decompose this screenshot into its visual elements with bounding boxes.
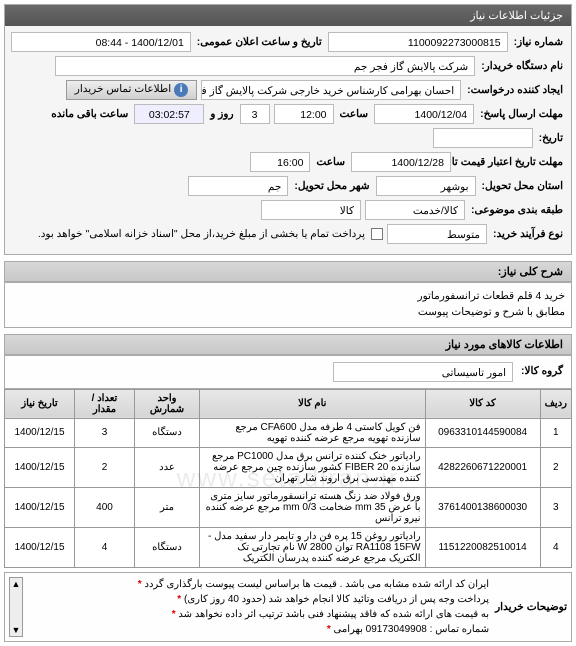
need-desc-line1: خرید 4 قلم قطعات ترانسفورماتور xyxy=(11,289,565,305)
cell-code: 3761400138600030 xyxy=(425,487,540,527)
notes-text: ایران کد ارائه شده مشابه می باشد . قیمت … xyxy=(29,577,489,637)
payment-note: پرداخت تمام یا بخشی از مبلغ خرید،از محل … xyxy=(36,228,367,240)
cell-name: ورق فولاد ضد زنگ هسته ترانسفورماتور سایز… xyxy=(200,487,426,527)
contact-button-label: اطلاعات تماس خریدار xyxy=(75,83,171,95)
need-desc-title: شرح کلی نیاز: xyxy=(4,261,572,282)
days-left-label: روز و xyxy=(208,108,235,120)
province-field: بوشهر xyxy=(376,176,476,196)
cell-qty: 3 xyxy=(75,418,135,447)
cat1-field: کالا/خدمت xyxy=(365,200,465,220)
note-line: شماره تماس : 09173049908 بهرامی * xyxy=(29,622,489,637)
countdown: 03:02:57 xyxy=(134,104,204,124)
items-section-title: اطلاعات کالاهای مورد نیاز xyxy=(4,334,572,355)
note-line: پرداخت وجه پس از دریافت وتائید کالا انجا… xyxy=(29,592,489,607)
scroll-down-icon[interactable]: ▼ xyxy=(10,624,22,636)
scroll-up-icon[interactable]: ▲ xyxy=(10,578,22,590)
panel-body: شماره نیاز: 1100092273000815 تاریخ و ساع… xyxy=(5,26,571,254)
contact-button[interactable]: i اطلاعات تماس خریدار xyxy=(66,80,197,100)
cell-unit: دستگاه xyxy=(135,527,200,567)
th-date: تاریخ نیاز xyxy=(5,389,75,418)
cell-n: 2 xyxy=(540,447,571,487)
time-label-1: ساعت xyxy=(338,108,371,120)
panel-title: جزئیات اطلاعات نیاز xyxy=(5,5,571,26)
table-row: 2 4282260671220001 رادیاتور خنک کننده تر… xyxy=(5,447,572,487)
group-label: گروه کالا: xyxy=(519,364,565,380)
need-desc-box: خرید 4 قلم قطعات ترانسفورماتور مطابق با … xyxy=(4,282,572,328)
th-qty: تعداد / مقدار xyxy=(75,389,135,418)
cell-code: 1151220082510014 xyxy=(425,527,540,567)
purchase-type-label: نوع فرآیند خرید: xyxy=(491,228,565,240)
info-icon: i xyxy=(174,83,188,97)
th-code: کد کالا xyxy=(425,389,540,418)
countdown-label: ساعت باقی مانده xyxy=(49,108,130,120)
need-no-field: 1100092273000815 xyxy=(328,32,508,52)
cred-deadline-date: 1400/12/28 xyxy=(351,152,451,172)
note-line: ایران کد ارائه شده مشابه می باشد . قیمت … xyxy=(29,577,489,592)
cell-date: 1400/12/15 xyxy=(5,487,75,527)
buyer-org-label: نام دستگاه خریدار: xyxy=(479,60,565,72)
requester-field: احسان بهرامی کارشناس خرید خارجی شرکت پال… xyxy=(201,80,461,100)
category-label: طبقه بندی موضوعی: xyxy=(469,204,565,216)
buyer-org-field: شرکت پالایش گاز فجر جم xyxy=(55,56,475,76)
group-row: گروه کالا: امور تاسیساتی xyxy=(4,355,572,389)
th-unit: واحد شمارش xyxy=(135,389,200,418)
cell-code: 4282260671220001 xyxy=(425,447,540,487)
announce-field: 1400/12/01 - 08:44 xyxy=(11,32,191,52)
cell-name: رادیاتور روغن 15 پره فن دار و تایمر دار … xyxy=(200,527,426,567)
resp-deadline-date: 1400/12/04 xyxy=(374,104,474,124)
history-field xyxy=(433,128,533,148)
star-icon: * xyxy=(177,594,181,605)
cell-date: 1400/12/15 xyxy=(5,527,75,567)
time-label-2: ساعت xyxy=(314,156,347,168)
cell-n: 3 xyxy=(540,487,571,527)
cat2-field: کالا xyxy=(261,200,361,220)
need-no-label: شماره نیاز: xyxy=(512,36,565,48)
group-field: امور تاسیساتی xyxy=(333,362,513,382)
cell-date: 1400/12/15 xyxy=(5,447,75,487)
notes-label: توضیحات خریدار xyxy=(495,577,567,637)
requester-label: ایجاد کننده درخواست: xyxy=(465,84,565,96)
star-icon: * xyxy=(172,609,176,620)
notes-box: توضیحات خریدار ایران کد ارائه شده مشابه … xyxy=(4,572,572,642)
th-name: نام کالا xyxy=(200,389,426,418)
main-panel: جزئیات اطلاعات نیاز شماره نیاز: 11000922… xyxy=(4,4,572,255)
table-wrap: www.setadiran.ir ردیف کد کالا نام کالا و… xyxy=(0,389,576,568)
cell-name: رادیاتور خنک کننده ترانس برق مدل PC1000 … xyxy=(200,447,426,487)
history-label: تاریخ: xyxy=(537,132,565,144)
table-row: 4 1151220082510014 رادیاتور روغن 15 پره … xyxy=(5,527,572,567)
cell-name: فن کویل کاستی 4 طرفه مدل CFA600 مرجع ساز… xyxy=(200,418,426,447)
cred-deadline-label: مهلت تاریخ اعتبار قیمت تا تاریخ: xyxy=(455,156,565,168)
cell-date: 1400/12/15 xyxy=(5,418,75,447)
need-desc-line2: مطابق با شرح و توضیحات پیوست xyxy=(11,305,565,321)
cell-qty: 400 xyxy=(75,487,135,527)
table-header-row: ردیف کد کالا نام کالا واحد شمارش تعداد /… xyxy=(5,389,572,418)
th-n: ردیف xyxy=(540,389,571,418)
star-icon: * xyxy=(327,624,331,635)
table-row: 3 3761400138600030 ورق فولاد ضد زنگ هسته… xyxy=(5,487,572,527)
cell-qty: 2 xyxy=(75,447,135,487)
scrollbar[interactable]: ▲ ▼ xyxy=(9,577,23,637)
cell-qty: 4 xyxy=(75,527,135,567)
province-label: استان محل تحویل: xyxy=(480,180,565,192)
resp-deadline-time: 12:00 xyxy=(274,104,334,124)
city-field: جم xyxy=(188,176,288,196)
city-label: شهر محل تحویل: xyxy=(292,180,371,192)
payment-checkbox[interactable] xyxy=(371,228,383,240)
resp-deadline-label: مهلت ارسال پاسخ: xyxy=(478,108,565,120)
purchase-type-field: متوسط xyxy=(387,224,487,244)
cell-code: 0963310144590084 xyxy=(425,418,540,447)
table-row: 1 0963310144590084 فن کویل کاستی 4 طرفه … xyxy=(5,418,572,447)
note-line: به قیمت های ارائه شده که فاقد پیشنهاد فن… xyxy=(29,607,489,622)
announce-label: تاریخ و ساعت اعلان عمومی: xyxy=(195,36,324,48)
cell-n: 4 xyxy=(540,527,571,567)
cell-unit: متر xyxy=(135,487,200,527)
cell-unit: دستگاه xyxy=(135,418,200,447)
cred-deadline-time: 16:00 xyxy=(250,152,310,172)
cell-unit: عدد xyxy=(135,447,200,487)
star-icon: * xyxy=(138,579,142,590)
days-left: 3 xyxy=(240,104,270,124)
items-table: ردیف کد کالا نام کالا واحد شمارش تعداد /… xyxy=(4,389,572,568)
cell-n: 1 xyxy=(540,418,571,447)
